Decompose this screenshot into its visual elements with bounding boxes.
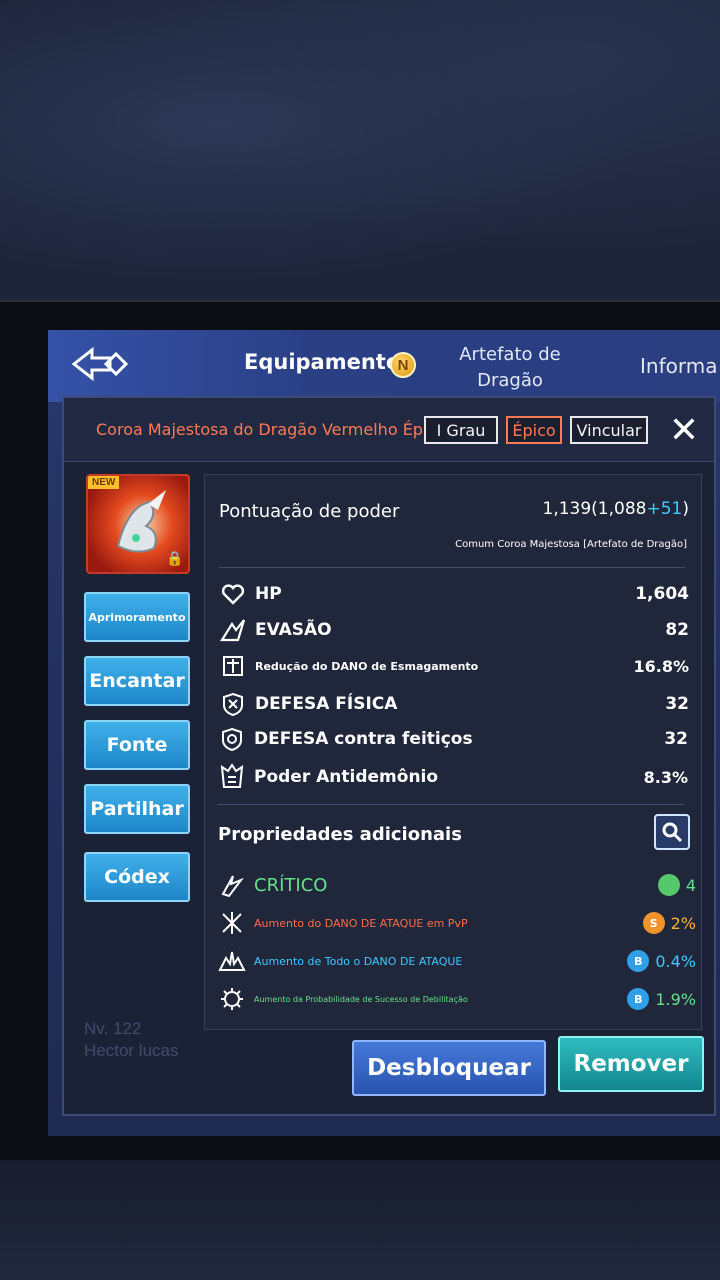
prop-value: 4 (657, 874, 696, 896)
prop-label: CRÍTICO (254, 874, 328, 896)
lock-icon: 🔒 (166, 550, 184, 566)
prop-amount: 1.9% (655, 989, 696, 1009)
power-score-value: 1,139(1,088+51) (543, 499, 690, 519)
prop-label: Aumento de Todo o DANO DE ATAQUE (254, 954, 463, 968)
pvp-attack-icon (218, 909, 246, 937)
prop-value: B 0.4% (627, 950, 696, 972)
grade-b-dot-icon: B (627, 950, 650, 972)
grade-button[interactable]: I Grau (424, 416, 498, 444)
top-navigation: Equipamento N Artefato de Dragão Informa (48, 330, 720, 402)
share-button[interactable]: Partilhar (84, 784, 190, 834)
source-button[interactable]: Fonte (84, 720, 190, 770)
divider (218, 804, 684, 805)
game-screen: Equipamento N Artefato de Dragão Informa… (48, 330, 720, 1136)
grade-dot-icon (657, 874, 680, 896)
anti-demon-icon (218, 763, 246, 791)
epic-button[interactable]: Épico (506, 416, 562, 444)
prop-value: S 2% (642, 912, 696, 934)
power-score-bonus: +51 (646, 499, 683, 519)
character-level: Nv. 122 (84, 1019, 142, 1038)
character-name: Hector lucas (84, 1041, 179, 1060)
tab-equipamento[interactable]: Equipamento (244, 350, 400, 374)
spell-defense-icon (218, 725, 246, 753)
evasion-icon (219, 616, 247, 644)
bind-button[interactable]: Vincular (570, 416, 648, 444)
divider (219, 567, 685, 568)
prop-label: Aumento da Probabilidade de Sucesso de D… (254, 994, 468, 1004)
remove-button[interactable]: Remover (558, 1036, 704, 1092)
critical-icon (218, 871, 246, 899)
prop-amount: 4 (685, 875, 696, 895)
stat-label: DEFESA FÍSICA (255, 694, 398, 714)
crush-reduction-icon (219, 652, 247, 680)
power-score-main: 1,139(1,088 (542, 499, 647, 519)
stat-label: DEFESA contra feitiços (254, 729, 473, 749)
prop-amount: 2% (670, 913, 696, 933)
stat-label: Poder Antidemônio (254, 767, 439, 787)
stat-value: 32 (665, 694, 689, 714)
tab-artefato-dragao[interactable]: Artefato de Dragão (450, 342, 570, 394)
power-score-end: ) (682, 499, 689, 519)
stat-row-physical-defense: DEFESA FÍSICA 32 (219, 687, 689, 721)
codex-button[interactable]: Códex (84, 852, 190, 902)
prop-row-all-attack: Aumento de Todo o DANO DE ATAQUE B 0.4% (218, 944, 696, 978)
prop-row-critical: CRÍTICO 4 (218, 868, 696, 902)
stat-label: Redução do DANO de Esmagamento (255, 659, 479, 673)
grade-b-dot-icon: B (627, 988, 650, 1010)
stat-value: 82 (665, 620, 689, 640)
debuff-success-icon (218, 985, 246, 1013)
enhance-button[interactable]: Aprimoramento (84, 592, 190, 642)
close-button[interactable]: ✕ (664, 410, 704, 450)
prop-row-debuff-success: Aumento da Probabilidade de Sucesso de D… (218, 982, 696, 1016)
item-title: Coroa Majestosa do Dragão Vermelho Épica (96, 420, 447, 439)
tab-informacoes[interactable]: Informa (640, 354, 717, 378)
item-category: Comum Coroa Majestosa [Artefato de Dragã… (455, 539, 687, 550)
stat-row-crush-reduction: Redução do DANO de Esmagamento 16.8% (219, 649, 689, 683)
back-button[interactable] (68, 344, 130, 384)
background-fabric (0, 0, 720, 310)
additional-properties-title: Propriedades adicionais (218, 824, 462, 845)
all-attack-icon (218, 947, 246, 975)
search-button[interactable] (654, 814, 690, 850)
item-detail-modal: Coroa Majestosa do Dragão Vermelho Épica… (62, 396, 716, 1116)
search-icon (662, 822, 683, 843)
back-arrow-icon (71, 346, 128, 382)
prop-label: Aumento do DANO DE ATAQUE em PvP (254, 916, 468, 930)
prop-value: B 1.9% (627, 988, 696, 1010)
stat-label: HP (255, 584, 282, 604)
stat-value: 32 (664, 729, 688, 749)
item-crown-image[interactable]: NEW 🔒 (86, 474, 190, 574)
physical-defense-icon (219, 690, 247, 718)
grade-s-dot-icon: S (642, 912, 665, 934)
prop-amount: 0.4% (655, 951, 696, 971)
power-score-label: Pontuação de poder (219, 501, 400, 522)
unlock-button[interactable]: Desbloquear (352, 1040, 546, 1096)
modal-header: Coroa Majestosa do Dragão Vermelho Épica… (64, 398, 714, 462)
stat-row-evasion: EVASÃO 82 (219, 613, 689, 647)
background-fabric-bottom (0, 1160, 720, 1280)
stat-label: EVASÃO (255, 620, 332, 640)
heart-icon (219, 580, 247, 608)
stat-value: 16.8% (633, 656, 689, 676)
stat-row-anti-demon: Poder Antidemônio 8.3% (218, 760, 688, 794)
background-character-info: Nv. 122 Hector lucas (84, 1018, 178, 1062)
stat-value: 8.3% (643, 767, 688, 787)
prop-row-pvp-attack: Aumento do DANO DE ATAQUE em PvP S 2% (218, 906, 696, 940)
enchant-button[interactable]: Encantar (84, 656, 190, 706)
stat-row-hp: HP 1,604 (219, 577, 689, 611)
stat-value: 1,604 (635, 584, 689, 604)
stat-row-spell-defense: DEFESA contra feitiços 32 (218, 722, 688, 756)
new-badge: N (390, 352, 416, 378)
